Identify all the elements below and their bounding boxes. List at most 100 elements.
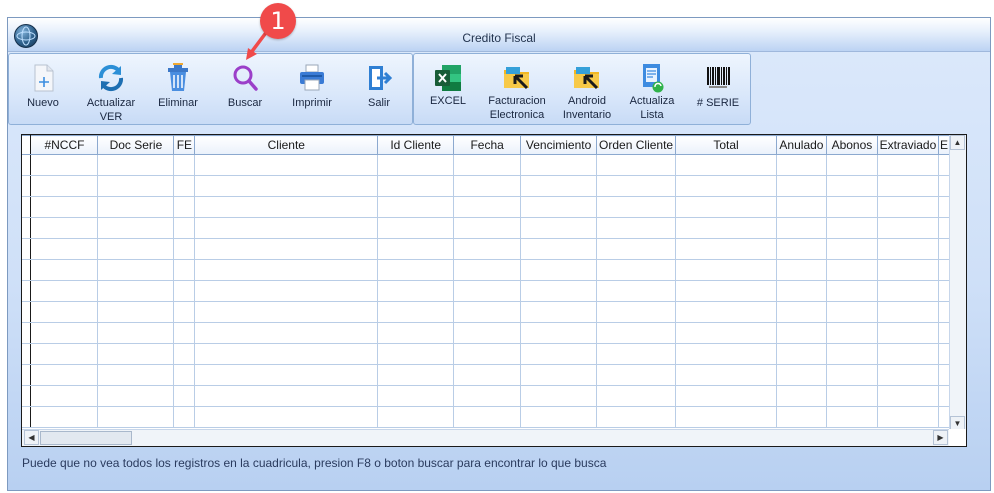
grid-cell[interactable] [876, 196, 939, 218]
grid-cell[interactable] [30, 301, 99, 323]
table-row[interactable] [22, 217, 950, 239]
grid-cell[interactable] [876, 385, 939, 407]
horizontal-scroll-thumb[interactable] [40, 431, 132, 445]
grid-cell[interactable] [30, 364, 99, 386]
grid-cell[interactable] [194, 154, 379, 176]
grid-cell[interactable] [377, 175, 455, 197]
grid-cell[interactable] [675, 238, 777, 260]
grid-cell[interactable] [825, 280, 878, 302]
column-header[interactable]: E [937, 135, 950, 155]
table-row[interactable] [22, 343, 950, 365]
grid-cell[interactable] [775, 385, 827, 407]
grid-cell[interactable] [937, 217, 950, 239]
column-header[interactable]: Doc Serie [97, 135, 175, 155]
grid-cell[interactable] [97, 280, 175, 302]
exit-button[interactable]: Salir [351, 54, 407, 124]
grid-cell[interactable] [876, 301, 939, 323]
grid-cell[interactable] [520, 175, 598, 197]
grid-cell[interactable] [30, 196, 99, 218]
column-header[interactable]: Orden Cliente [596, 135, 677, 155]
grid-cell[interactable] [453, 196, 522, 218]
table-row[interactable] [22, 301, 950, 323]
grid-cell[interactable] [30, 154, 99, 176]
grid-cell[interactable] [825, 238, 878, 260]
table-row[interactable] [22, 154, 950, 176]
grid-cell[interactable] [675, 385, 777, 407]
table-row[interactable] [22, 364, 950, 386]
grid-cell[interactable] [775, 175, 827, 197]
grid-cell[interactable] [876, 406, 939, 428]
grid-cell[interactable] [520, 259, 598, 281]
column-header[interactable]: FE [173, 135, 196, 155]
grid-cell[interactable] [825, 322, 878, 344]
update-list-button[interactable]: Actualiza Lista [624, 54, 680, 124]
grid-cell[interactable] [520, 385, 598, 407]
column-header[interactable]: #NCCF [30, 135, 99, 155]
row-header[interactable] [22, 385, 32, 407]
grid-cell[interactable] [876, 322, 939, 344]
print-button[interactable]: Imprimir [283, 54, 341, 124]
grid-cell[interactable] [596, 154, 677, 176]
grid-cell[interactable] [596, 385, 677, 407]
grid-cell[interactable] [825, 154, 878, 176]
grid-cell[interactable] [173, 301, 196, 323]
grid-cell[interactable] [97, 406, 175, 428]
grid-cell[interactable] [453, 217, 522, 239]
grid-cell[interactable] [596, 322, 677, 344]
grid-cell[interactable] [377, 238, 455, 260]
grid-cell[interactable] [876, 217, 939, 239]
grid-cell[interactable] [173, 406, 196, 428]
delete-button[interactable]: Eliminar [151, 54, 205, 124]
grid-cell[interactable] [194, 175, 379, 197]
grid-cell[interactable] [825, 406, 878, 428]
grid-cell[interactable] [377, 385, 455, 407]
grid-cell[interactable] [876, 154, 939, 176]
grid-cell[interactable] [453, 259, 522, 281]
table-row[interactable] [22, 385, 950, 407]
grid-cell[interactable] [876, 259, 939, 281]
row-header[interactable] [22, 322, 32, 344]
column-header[interactable]: Total [675, 135, 777, 155]
row-header[interactable] [22, 301, 32, 323]
grid-cell[interactable] [520, 406, 598, 428]
grid-cell[interactable] [97, 175, 175, 197]
table-row[interactable] [22, 238, 950, 260]
grid-cell[interactable] [520, 196, 598, 218]
table-row[interactable] [22, 259, 950, 281]
grid-cell[interactable] [775, 280, 827, 302]
row-header[interactable] [22, 406, 32, 428]
grid-cell[interactable] [937, 238, 950, 260]
table-row[interactable] [22, 280, 950, 302]
grid-cell[interactable] [194, 343, 379, 365]
grid-cell[interactable] [173, 259, 196, 281]
grid-cell[interactable] [775, 154, 827, 176]
column-header[interactable]: Extraviado [876, 135, 939, 155]
grid-cell[interactable] [675, 154, 777, 176]
grid-cell[interactable] [675, 175, 777, 197]
row-header[interactable] [22, 259, 32, 281]
grid-cell[interactable] [937, 322, 950, 344]
grid-cell[interactable] [825, 385, 878, 407]
grid-cell[interactable] [825, 343, 878, 365]
grid-cell[interactable] [825, 175, 878, 197]
scroll-left-button[interactable]: ◀ [24, 430, 39, 445]
grid-cell[interactable] [194, 322, 379, 344]
grid-cell[interactable] [937, 175, 950, 197]
grid-cell[interactable] [30, 406, 99, 428]
grid-cell[interactable] [377, 280, 455, 302]
grid-cell[interactable] [937, 406, 950, 428]
row-header[interactable] [22, 196, 32, 218]
grid-cell[interactable] [596, 301, 677, 323]
grid-cell[interactable] [520, 280, 598, 302]
grid-cell[interactable] [97, 385, 175, 407]
grid-cell[interactable] [173, 154, 196, 176]
electronic-billing-button[interactable]: Facturacion Electronica [486, 54, 548, 124]
grid-cell[interactable] [377, 259, 455, 281]
grid-cell[interactable] [675, 259, 777, 281]
android-inventory-button[interactable]: Android Inventario [556, 54, 618, 124]
grid-cell[interactable] [194, 217, 379, 239]
row-header[interactable] [22, 238, 32, 260]
grid-cell[interactable] [173, 196, 196, 218]
grid-cell[interactable] [377, 301, 455, 323]
grid-cell[interactable] [453, 154, 522, 176]
